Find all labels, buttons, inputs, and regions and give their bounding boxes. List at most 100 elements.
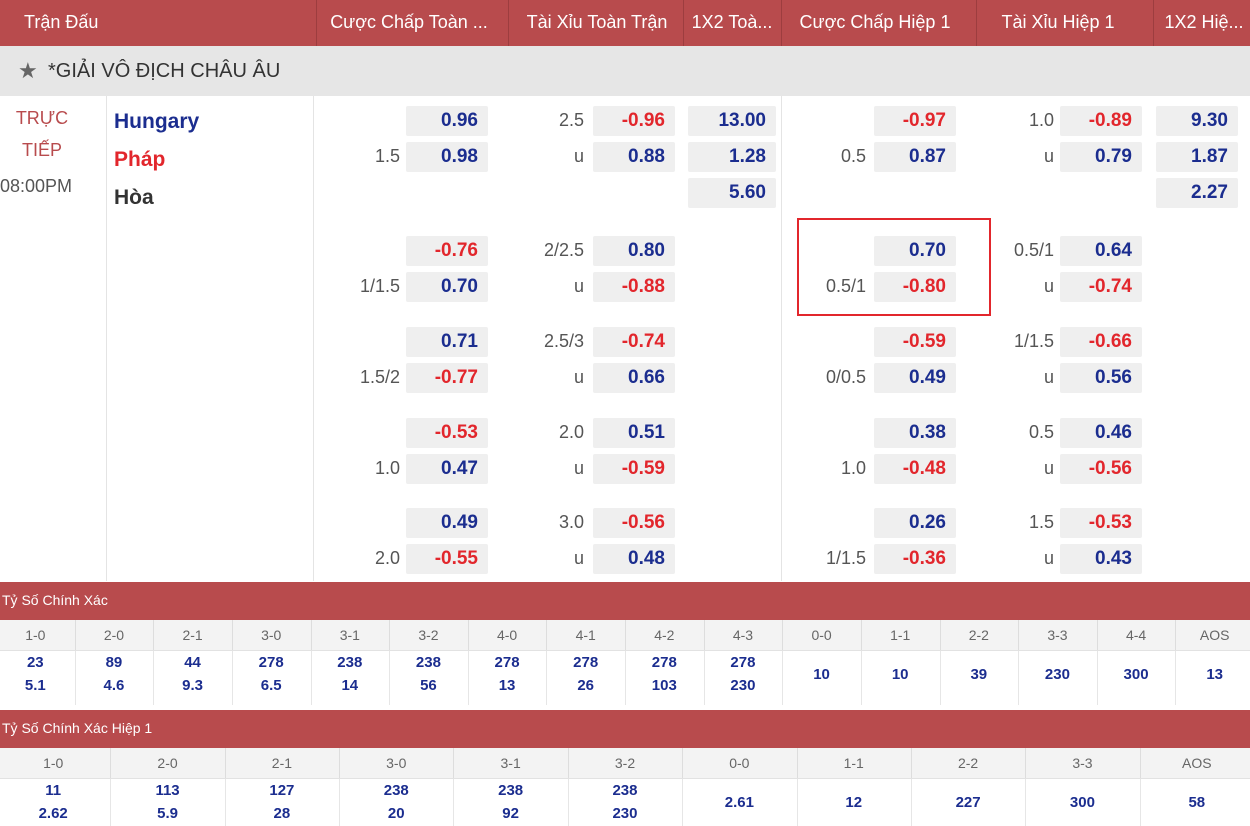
h1-handicap-home-odd[interactable]: -0.97 [874, 106, 956, 136]
score-odd[interactable]: 300 [1025, 794, 1139, 811]
score-odd[interactable]: 58 [1140, 794, 1250, 811]
score-odd-top[interactable]: 89 [75, 654, 154, 671]
ft-handicap-home-odd[interactable]: 0.49 [406, 508, 488, 538]
h1-under-odd[interactable]: -0.56 [1060, 454, 1142, 484]
h1-1x2-odd[interactable]: 1.87 [1156, 142, 1238, 172]
h1-over-odd[interactable]: -0.89 [1060, 106, 1142, 136]
ft-under-odd[interactable]: 0.88 [593, 142, 675, 172]
score-odd-top[interactable]: 278 [704, 654, 783, 671]
score-odd-top[interactable]: 238 [311, 654, 390, 671]
h1-under-odd[interactable]: 0.56 [1060, 363, 1142, 393]
ft-handicap-home-odd[interactable]: 0.71 [406, 327, 488, 357]
score-odd-bottom[interactable]: 14 [311, 677, 390, 694]
score-odd-top[interactable]: 238 [389, 654, 468, 671]
header-col-3[interactable]: 1X2 Toà... [684, 0, 780, 46]
score-odd-top[interactable]: 127 [225, 782, 339, 799]
score-odd[interactable]: 39 [940, 666, 1019, 683]
ft-1x2-odd[interactable]: 13.00 [688, 106, 776, 136]
score-odd-bottom[interactable]: 6.5 [232, 677, 311, 694]
ft-handicap-home-odd[interactable]: -0.53 [406, 418, 488, 448]
score-odd-top[interactable]: 278 [468, 654, 547, 671]
header-col-0[interactable]: Trận Đấu [0, 0, 152, 46]
h1-under-odd[interactable]: -0.74 [1060, 272, 1142, 302]
score-odd[interactable]: 13 [1175, 666, 1250, 683]
score-odd-top[interactable]: 23 [0, 654, 75, 671]
away-team[interactable]: Pháp [114, 148, 165, 172]
ft-over-odd[interactable]: -0.56 [593, 508, 675, 538]
h1-handicap-home-odd[interactable]: -0.59 [874, 327, 956, 357]
score-odd-bottom[interactable]: 230 [704, 677, 783, 694]
draw-label[interactable]: Hòa [114, 186, 154, 210]
ft-under-odd[interactable]: -0.59 [593, 454, 675, 484]
header-col-6[interactable]: 1X2 Hiệ... [1154, 0, 1250, 46]
ft-handicap-away-odd[interactable]: -0.55 [406, 544, 488, 574]
score-odd-top[interactable]: 238 [339, 782, 453, 799]
ft-handicap-home-odd[interactable]: -0.76 [406, 236, 488, 266]
score-odd-bottom[interactable]: 4.6 [75, 677, 154, 694]
league-row[interactable]: ★ *GIẢI VÔ ĐỊCH CHÂU ÂU [0, 46, 1250, 96]
score-odd-bottom[interactable]: 20 [339, 805, 453, 822]
score-odd-top[interactable]: 44 [153, 654, 232, 671]
score-odd[interactable]: 227 [911, 794, 1025, 811]
score-odd-bottom[interactable]: 28 [225, 805, 339, 822]
header-col-1[interactable]: Cược Chấp Toàn ... [316, 0, 502, 46]
score-odd-bottom[interactable]: 26 [546, 677, 625, 694]
score-odd-bottom[interactable]: 230 [568, 805, 682, 822]
h1-handicap-away-odd[interactable]: 0.87 [874, 142, 956, 172]
score-odd-bottom[interactable]: 2.62 [0, 805, 110, 822]
h1-handicap-home-odd[interactable]: 0.26 [874, 508, 956, 538]
score-odd-top[interactable]: 238 [568, 782, 682, 799]
score-odd-top[interactable]: 278 [232, 654, 311, 671]
header-col-2[interactable]: Tài Xỉu Toàn Trận [509, 0, 685, 46]
score-odd-bottom[interactable]: 92 [453, 805, 567, 822]
score-odd-top[interactable]: 113 [110, 782, 224, 799]
score-odd-bottom[interactable]: 9.3 [153, 677, 232, 694]
score-odd[interactable]: 10 [782, 666, 861, 683]
ft-handicap-away-odd[interactable]: 0.70 [406, 272, 488, 302]
h1-over-odd[interactable]: -0.53 [1060, 508, 1142, 538]
score-odd-bottom[interactable]: 103 [625, 677, 704, 694]
ft-1x2-odd[interactable]: 1.28 [688, 142, 776, 172]
score-odd-top[interactable]: 278 [625, 654, 704, 671]
score-odd[interactable]: 300 [1097, 666, 1176, 683]
score-odd-bottom[interactable]: 56 [389, 677, 468, 694]
ft-under-odd[interactable]: 0.48 [593, 544, 675, 574]
ft-1x2-odd[interactable]: 5.60 [688, 178, 776, 208]
ft-over-odd[interactable]: -0.96 [593, 106, 675, 136]
h1-handicap-away-odd[interactable]: 0.49 [874, 363, 956, 393]
h1-handicap-away-odd[interactable]: -0.36 [874, 544, 956, 574]
score-odd[interactable]: 2.61 [682, 794, 796, 811]
header-col-4[interactable]: Cược Chấp Hiệp 1 [782, 0, 968, 46]
ft-handicap-away-odd[interactable]: 0.47 [406, 454, 488, 484]
score-odd-top[interactable]: 238 [453, 782, 567, 799]
ft-handicap-away-odd[interactable]: 0.98 [406, 142, 488, 172]
h1-1x2-odd[interactable]: 2.27 [1156, 178, 1238, 208]
h1-under-odd[interactable]: 0.43 [1060, 544, 1142, 574]
ft-under-odd[interactable]: 0.66 [593, 363, 675, 393]
score-odd-top[interactable]: 11 [0, 782, 110, 799]
score-odd[interactable]: 12 [797, 794, 911, 811]
score-odd[interactable]: 10 [861, 666, 940, 683]
h1-over-odd[interactable]: -0.66 [1060, 327, 1142, 357]
h1-1x2-odd[interactable]: 9.30 [1156, 106, 1238, 136]
star-icon[interactable]: ★ [18, 46, 38, 96]
ft-over-odd[interactable]: 0.51 [593, 418, 675, 448]
score-odd-top[interactable]: 278 [546, 654, 625, 671]
h1-handicap-home-odd[interactable]: 0.38 [874, 418, 956, 448]
score-odd-bottom[interactable]: 5.1 [0, 677, 75, 694]
h1-under-odd[interactable]: 0.79 [1060, 142, 1142, 172]
ft-handicap-home-odd[interactable]: 0.96 [406, 106, 488, 136]
h1-over-odd[interactable]: 0.64 [1060, 236, 1142, 266]
header-col-5[interactable]: Tài Xỉu Hiệp 1 [977, 0, 1139, 46]
ft-over-odd[interactable]: 0.80 [593, 236, 675, 266]
h1-over-odd[interactable]: 0.46 [1060, 418, 1142, 448]
home-team[interactable]: Hungary [114, 110, 199, 134]
header-sep [1153, 0, 1154, 46]
ft-under-odd[interactable]: -0.88 [593, 272, 675, 302]
ft-over-odd[interactable]: -0.74 [593, 327, 675, 357]
h1-handicap-away-odd[interactable]: -0.48 [874, 454, 956, 484]
score-odd[interactable]: 230 [1018, 666, 1097, 683]
ft-handicap-away-odd[interactable]: -0.77 [406, 363, 488, 393]
score-odd-bottom[interactable]: 13 [468, 677, 547, 694]
score-odd-bottom[interactable]: 5.9 [110, 805, 224, 822]
